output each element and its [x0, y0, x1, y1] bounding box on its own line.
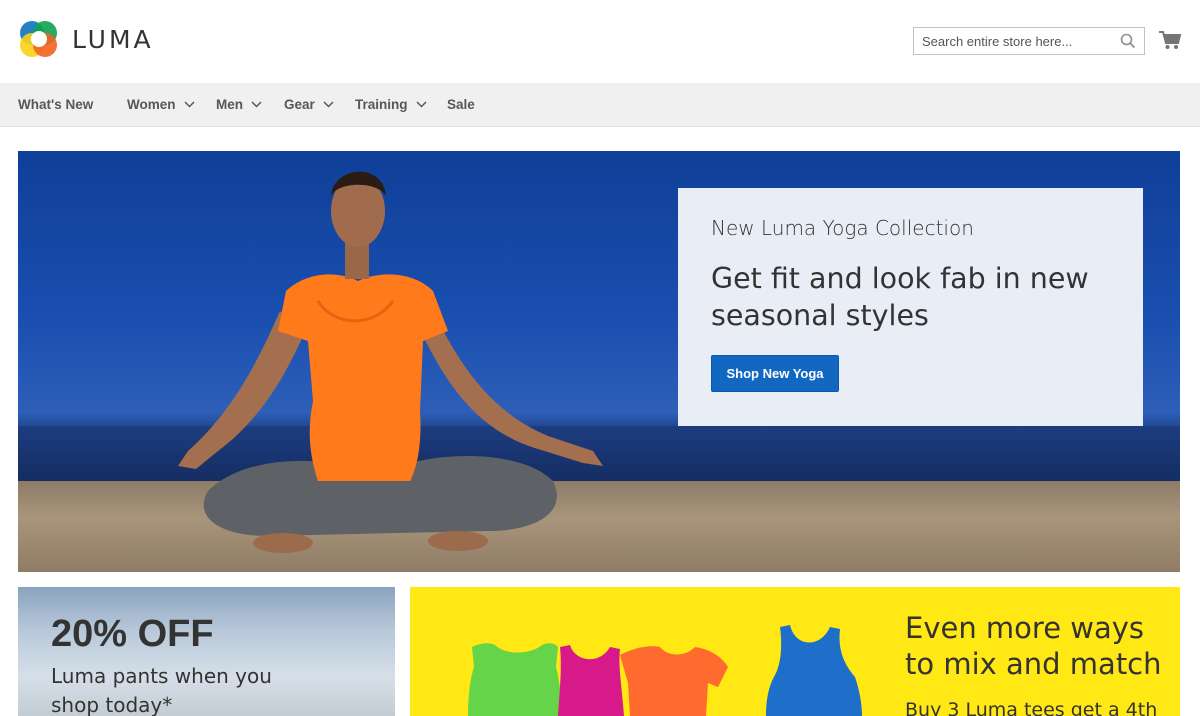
- search-input[interactable]: [914, 28, 1112, 54]
- promo-tees-block[interactable]: Even more ways to mix and match Buy 3 Lu…: [410, 587, 1180, 716]
- nav-item-women[interactable]: Women: [127, 83, 195, 126]
- chevron-down-icon: [251, 101, 262, 108]
- nav-item-gear[interactable]: Gear: [284, 83, 334, 126]
- nav-item-label: Sale: [447, 97, 475, 112]
- search-icon[interactable]: [1120, 33, 1136, 49]
- site-header: LUMA: [0, 0, 1200, 83]
- luma-logo-icon: [20, 21, 57, 57]
- cart-icon[interactable]: [1158, 28, 1182, 52]
- nav-item-label: Men: [216, 97, 243, 112]
- nav-item-whats-new[interactable]: What's New: [18, 83, 93, 126]
- promo-mix-match-text: Buy 3 Luma tees get a 4th: [905, 699, 1158, 716]
- shop-new-yoga-button[interactable]: Shop New Yoga: [711, 355, 839, 392]
- hero-kicker: New Luma Yoga Collection: [711, 216, 974, 240]
- chevron-down-icon: [415, 101, 427, 108]
- brand-name: LUMA: [72, 24, 154, 54]
- logo[interactable]: LUMA: [18, 18, 154, 60]
- nav-item-label: Women: [127, 97, 176, 112]
- chevron-down-icon: [323, 101, 334, 108]
- nav-item-men[interactable]: Men: [216, 83, 262, 126]
- promo-discount-text: Luma pants when you shop today*: [51, 664, 272, 716]
- promo-discount-title: 20% OFF: [51, 613, 214, 655]
- hero-title: Get fit and look fab in new seasonal sty…: [711, 262, 1089, 332]
- main-navigation: What's New Women Men Gear Training Sale: [0, 83, 1200, 127]
- hero-content-box: New Luma Yoga Collection Get fit and loo…: [678, 188, 1143, 426]
- nav-item-sale[interactable]: Sale: [447, 83, 475, 126]
- promo-pants-block[interactable]: 20% OFF Luma pants when you shop today*: [18, 587, 395, 716]
- promo-mix-match-title: Even more ways to mix and match: [905, 611, 1162, 681]
- nav-item-label: Training: [355, 97, 408, 112]
- nav-item-label: What's New: [18, 97, 94, 112]
- hero-banner[interactable]: New Luma Yoga Collection Get fit and loo…: [18, 151, 1180, 572]
- nav-item-training[interactable]: Training: [355, 83, 427, 126]
- nav-item-label: Gear: [284, 97, 315, 112]
- chevron-down-icon: [183, 101, 195, 108]
- search-box: [913, 27, 1145, 55]
